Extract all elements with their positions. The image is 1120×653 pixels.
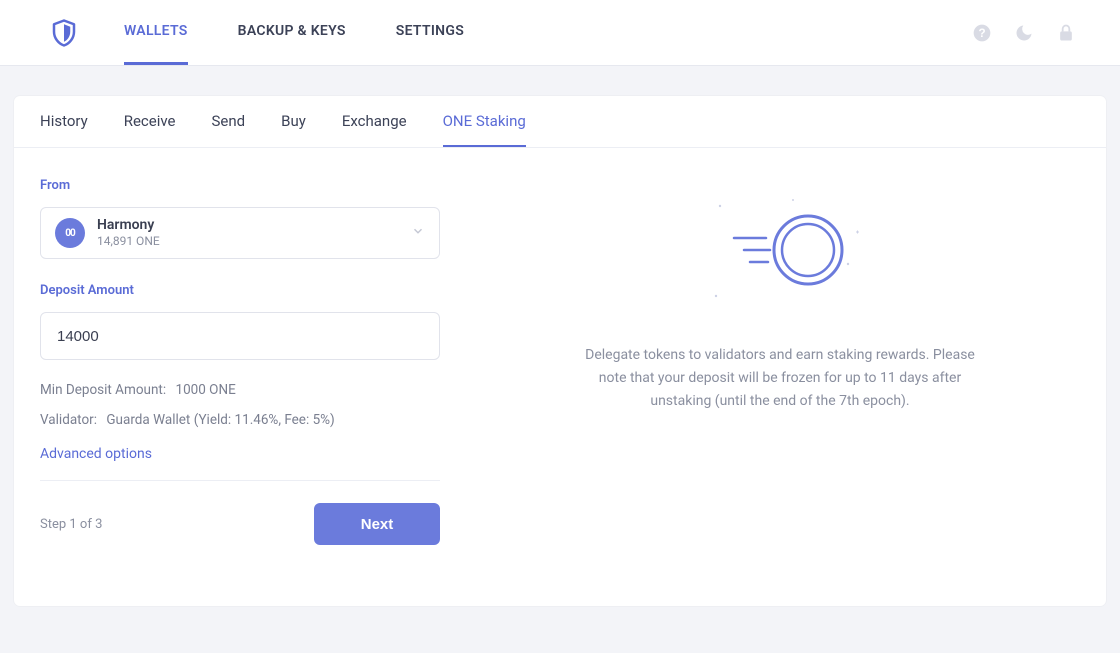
form-footer: Step 1 of 3 Next [40, 503, 440, 545]
wallet-subtabs: History Receive Send Buy Exchange ONE St… [14, 96, 1106, 148]
shield-icon [49, 18, 79, 48]
validator-label: Validator: [40, 412, 97, 428]
help-icon[interactable]: ? [972, 23, 992, 43]
top-nav: WALLETS BACKUP & KEYS SETTINGS [124, 0, 464, 65]
wallet-selector[interactable]: 00 Harmony 14,891 ONE [40, 207, 440, 259]
staking-meta: Min Deposit Amount: 1000 ONE Validator: … [40, 382, 440, 462]
staking-info-text: Delegate tokens to validators and earn s… [580, 344, 980, 413]
form-divider [40, 480, 440, 481]
advanced-options-link[interactable]: Advanced options [40, 446, 152, 462]
lock-icon[interactable] [1056, 23, 1076, 43]
tab-history[interactable]: History [40, 96, 88, 147]
wallet-balance: 14,891 ONE [97, 234, 160, 249]
from-label: From [40, 178, 440, 193]
chevron-down-icon [411, 224, 425, 242]
coin-speed-illustration [700, 192, 860, 316]
step-indicator: Step 1 of 3 [40, 517, 102, 532]
nav-backup-keys[interactable]: BACKUP & KEYS [238, 0, 346, 65]
staking-form: From 00 Harmony 14,891 ONE Deposit Amoun… [40, 178, 440, 545]
top-icons: ? [972, 23, 1076, 43]
staking-info-panel: Delegate tokens to validators and earn s… [480, 178, 1080, 545]
tab-one-staking[interactable]: ONE Staking [443, 96, 526, 147]
min-deposit-value: 1000 ONE [175, 382, 235, 398]
validator-row: Validator: Guarda Wallet (Yield: 11.46%,… [40, 412, 440, 428]
next-button[interactable]: Next [314, 503, 440, 545]
nav-wallets[interactable]: WALLETS [124, 0, 188, 65]
app-logo [44, 18, 84, 48]
tab-send[interactable]: Send [212, 96, 246, 147]
svg-text:?: ? [978, 27, 985, 40]
min-deposit-row: Min Deposit Amount: 1000 ONE [40, 382, 440, 398]
deposit-amount-input[interactable] [40, 312, 440, 360]
validator-value: Guarda Wallet (Yield: 11.46%, Fee: 5%) [106, 412, 334, 428]
deposit-amount-label: Deposit Amount [40, 283, 440, 298]
page: History Receive Send Buy Exchange ONE St… [0, 66, 1120, 636]
nav-settings[interactable]: SETTINGS [396, 0, 464, 65]
tab-buy[interactable]: Buy [281, 96, 306, 147]
min-deposit-label: Min Deposit Amount: [40, 382, 166, 398]
staking-body: From 00 Harmony 14,891 ONE Deposit Amoun… [14, 148, 1106, 545]
tab-receive[interactable]: Receive [124, 96, 176, 147]
harmony-coin-icon: 00 [55, 218, 85, 248]
wallet-name: Harmony [97, 217, 160, 235]
main-card: History Receive Send Buy Exchange ONE St… [14, 96, 1106, 606]
moon-icon[interactable] [1014, 23, 1034, 43]
wallet-select-text: Harmony 14,891 ONE [97, 217, 160, 250]
tab-exchange[interactable]: Exchange [342, 96, 407, 147]
topbar: WALLETS BACKUP & KEYS SETTINGS ? [0, 0, 1120, 66]
